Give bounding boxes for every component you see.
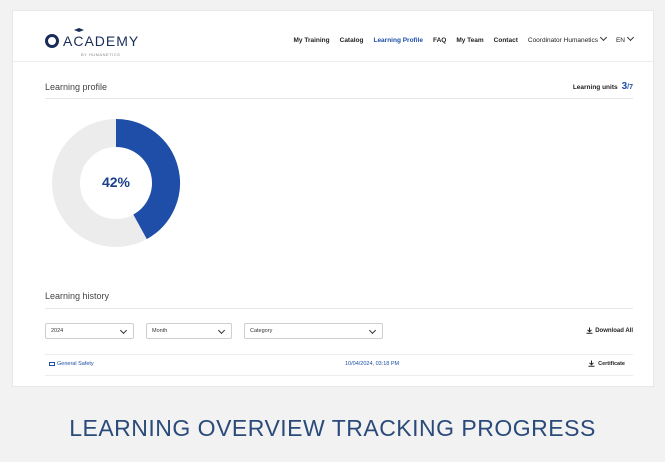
units-label: Learning units bbox=[572, 84, 618, 91]
nav-my-team[interactable]: My Team bbox=[456, 37, 483, 44]
chevron-down-icon bbox=[368, 326, 377, 335]
learning-units-counter: Learning units 3 /7 bbox=[573, 81, 633, 92]
graduation-cap-icon bbox=[74, 28, 84, 32]
year-select[interactable]: 2024 bbox=[45, 323, 134, 339]
user-menu[interactable]: Coordinator Humanetics bbox=[527, 33, 608, 44]
course-name: General Safety bbox=[57, 361, 94, 367]
units-total: /7 bbox=[627, 84, 633, 91]
user-name: Coordinator Humanetics bbox=[527, 37, 598, 44]
caption-text: LEARNING OVERVIEW TRACKING PROGRESS bbox=[69, 415, 596, 441]
download-all-label: Download All bbox=[595, 327, 633, 334]
logo-ring-icon bbox=[45, 34, 59, 48]
download-all-button[interactable]: Download All bbox=[586, 327, 633, 334]
category-value: Category bbox=[250, 328, 273, 334]
chevron-down-icon bbox=[119, 326, 128, 335]
academy-logo[interactable]: ACADEMY BY HUMANETICS bbox=[45, 28, 139, 57]
chevron-down-icon bbox=[217, 326, 226, 335]
download-icon bbox=[586, 327, 593, 334]
chevron-down-icon bbox=[626, 33, 635, 42]
language-menu[interactable]: EN bbox=[615, 33, 635, 44]
learning-history-title: Learning history bbox=[45, 291, 110, 301]
completion-date: 10/04/2024, 03:18 PM bbox=[345, 361, 400, 367]
book-icon bbox=[49, 362, 55, 366]
year-value: 2024 bbox=[51, 328, 64, 334]
certificate-label: Certificate bbox=[598, 360, 625, 367]
progress-percent: 42% bbox=[101, 174, 131, 190]
nav-contact[interactable]: Contact bbox=[494, 37, 518, 44]
month-select[interactable]: Month bbox=[146, 323, 232, 339]
nav-my-training[interactable]: My Training bbox=[294, 37, 330, 44]
learning-profile-title: Learning profile bbox=[45, 82, 108, 92]
month-value: Month bbox=[152, 328, 168, 334]
download-icon bbox=[588, 360, 595, 367]
nav-learning-profile[interactable]: Learning Profile bbox=[373, 37, 422, 44]
top-header: ACADEMY BY HUMANETICS My Training Catalo… bbox=[13, 11, 653, 62]
table-row: General Safety 10/04/2024, 03:18 PM Cert… bbox=[45, 354, 633, 376]
certificate-button[interactable]: Certificate bbox=[588, 360, 625, 367]
nav-catalog[interactable]: Catalog bbox=[340, 37, 364, 44]
course-link[interactable]: General Safety bbox=[49, 361, 94, 367]
main-nav: My Training Catalog Learning Profile FAQ… bbox=[284, 33, 635, 44]
divider bbox=[45, 308, 633, 309]
logo-subtitle: BY HUMANETICS bbox=[81, 52, 121, 57]
app-window: ACADEMY BY HUMANETICS My Training Catalo… bbox=[13, 11, 653, 386]
language-label: EN bbox=[615, 37, 625, 44]
chevron-down-icon bbox=[599, 33, 608, 42]
divider bbox=[45, 98, 633, 99]
nav-faq[interactable]: FAQ bbox=[433, 37, 446, 44]
category-select[interactable]: Category bbox=[244, 323, 383, 339]
